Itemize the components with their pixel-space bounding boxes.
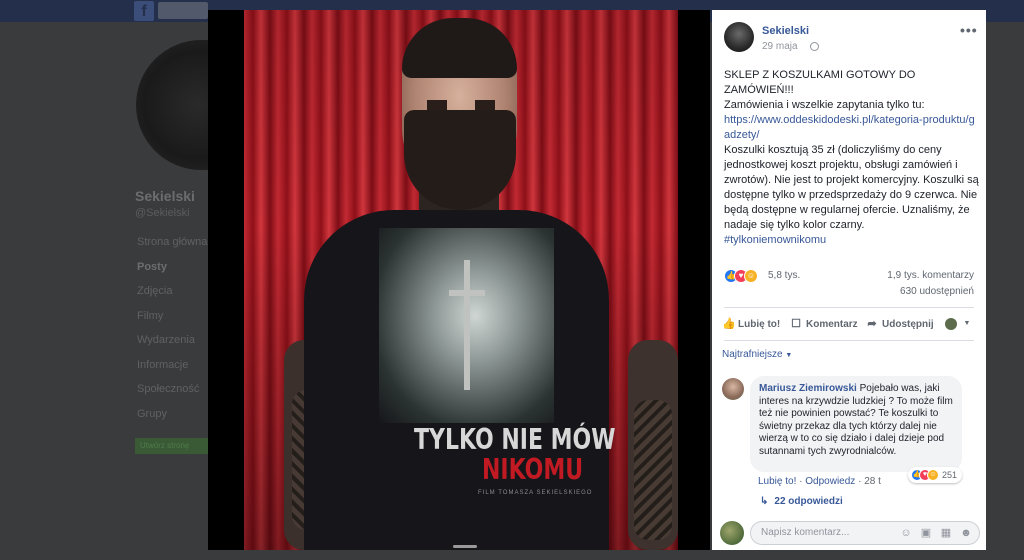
nav-item-about[interactable]: Informacje xyxy=(137,359,207,384)
comment-input[interactable]: Napisz komentarz... ☺ ▣ ▦ ☻ xyxy=(750,521,980,545)
like-button-label: Lubię to! xyxy=(738,318,781,330)
comments-count[interactable]: 1,9 tys. komentarzy xyxy=(887,270,974,281)
comment-button-label: Komentarz xyxy=(806,318,858,330)
comment-time[interactable]: 28 t xyxy=(864,476,881,487)
haha-reaction-icon: ☺ xyxy=(927,469,939,481)
author-name[interactable]: Sekielski xyxy=(762,25,809,37)
composer-icons: ☺ ▣ ▦ ☻ xyxy=(899,526,973,540)
shop-link[interactable]: https://www.oddeskidodeski.pl/kategoria-… xyxy=(724,114,975,141)
share-arrow-icon: ➦ xyxy=(867,318,877,330)
comment-text: Pojebało was, jaki interes na krzywdzie … xyxy=(759,383,953,457)
haha-reaction-icon: ☺ xyxy=(744,269,758,283)
globe-icon xyxy=(810,42,819,51)
shirt-credit: FILM TOMASZA SEKIELSKIEGO xyxy=(478,490,593,496)
photo-viewer: TYLKO NIE MÓW NIKOMU FILM TOMASZA SEKIEL… xyxy=(208,10,710,550)
emoji-icon[interactable]: ☺ xyxy=(899,526,913,540)
shirt-subtitle: NIKOMU xyxy=(482,454,584,487)
chevron-down-icon: ▼ xyxy=(785,352,793,359)
post-photo[interactable]: TYLKO NIE MÓW NIKOMU FILM TOMASZA SEKIEL… xyxy=(244,10,678,550)
thumbs-up-icon: 👍 xyxy=(722,318,736,330)
comment-bubble: Mariusz Ziemirowski Pojebało was, jaki i… xyxy=(750,376,962,472)
author-avatar[interactable] xyxy=(724,22,754,52)
post-date[interactable]: 29 maja xyxy=(762,41,798,52)
profile-name: Sekielski xyxy=(135,188,195,204)
comment-placeholder: Napisz komentarz... xyxy=(761,527,850,538)
speech-bubble-icon: ☐ xyxy=(791,318,801,330)
hashtag-link[interactable]: #tylkoniemownikomu xyxy=(724,234,826,246)
comment-meta: Lubię to! · Odpowiedz · 28 t xyxy=(758,476,881,487)
view-replies-link[interactable]: ↳ 22 odpowiedzi xyxy=(760,496,843,507)
comment-reactions-count: 251 xyxy=(942,470,958,480)
more-icon[interactable]: ••• xyxy=(960,22,978,38)
shares-count[interactable]: 630 udostępnień xyxy=(900,286,974,297)
nav-item-events[interactable]: Wydarzenia xyxy=(137,334,207,359)
comment-button[interactable]: ☐ Komentarz xyxy=(790,316,858,332)
divider xyxy=(724,340,974,341)
facebook-logo-icon[interactable]: f xyxy=(134,1,154,21)
nav-item-photos[interactable]: Zdjęcia xyxy=(137,285,207,310)
comment-author[interactable]: Mariusz Ziemirowski xyxy=(759,383,857,394)
gif-icon[interactable]: ▦ xyxy=(939,526,953,540)
divider xyxy=(724,307,974,308)
share-button[interactable]: ➦ Udostępnij xyxy=(866,316,934,332)
comment-sort-label: Najtrafniejsze xyxy=(722,349,783,360)
post-text: SKLEP Z KOSZULKAMI GOTOWY DO ZAMÓWIEŃ!!!… xyxy=(724,68,980,248)
nav-item-videos[interactable]: Filmy xyxy=(137,310,207,335)
post-line: SKLEP Z KOSZULKAMI GOTOWY DO ZAMÓWIEŃ!!! xyxy=(724,69,916,96)
search-input[interactable] xyxy=(158,2,208,19)
comment-sort-dropdown[interactable]: Najtrafniejsze ▼ xyxy=(722,349,792,360)
share-button-label: Udostępnij xyxy=(882,318,934,330)
post-date-text[interactable]: 29 maja xyxy=(762,41,798,52)
post-panel: Sekielski 29 maja ••• SKLEP Z KOSZULKAMI… xyxy=(712,10,986,550)
chevron-down-icon: ▼ xyxy=(963,320,971,327)
post-line: Zamówienia i wszelkie zapytania tylko tu… xyxy=(724,99,925,111)
replies-label: 22 odpowiedzi xyxy=(774,496,843,507)
shirt-title: TYLKO NIE MÓW xyxy=(414,424,616,457)
photo-scrollbar[interactable] xyxy=(453,545,477,548)
cross-icon xyxy=(464,260,470,390)
reactions-count[interactable]: 5,8 tys. xyxy=(768,270,800,281)
camera-icon[interactable]: ▣ xyxy=(919,526,933,540)
nav-item-posts[interactable]: Posty xyxy=(137,261,207,286)
comment-reactions[interactable]: 👍 ♥ ☺ 251 xyxy=(908,467,962,483)
current-user-avatar xyxy=(720,521,744,545)
nav-item-home[interactable]: Strona główna xyxy=(137,236,207,261)
promo-button[interactable]: Utwórz stronę xyxy=(135,438,208,454)
nav-item-groups[interactable]: Grupy xyxy=(137,408,207,433)
post-body: Koszulki kosztują 35 zł (doliczyliśmy do… xyxy=(724,144,979,231)
audience-selector-icon xyxy=(945,318,957,330)
reaction-icons[interactable]: 👍 ♥ ☺ xyxy=(724,269,768,283)
reply-arrow-icon: ↳ xyxy=(760,496,769,507)
comment-like-link[interactable]: Lubię to! xyxy=(758,476,796,487)
comment-reply-link[interactable]: Odpowiedz xyxy=(805,476,855,487)
tattoo xyxy=(634,400,672,540)
nav-item-community[interactable]: Społeczność xyxy=(137,383,207,408)
audience-selector[interactable]: ▼ xyxy=(945,316,973,332)
commenter-avatar[interactable] xyxy=(722,378,744,400)
sticker-icon[interactable]: ☻ xyxy=(959,526,973,540)
profile-handle: @Sekielski xyxy=(135,207,190,219)
profile-nav: Strona główna Posty Zdjęcia Filmy Wydarz… xyxy=(137,236,207,432)
like-button[interactable]: 👍 Lubię to! xyxy=(722,316,780,332)
